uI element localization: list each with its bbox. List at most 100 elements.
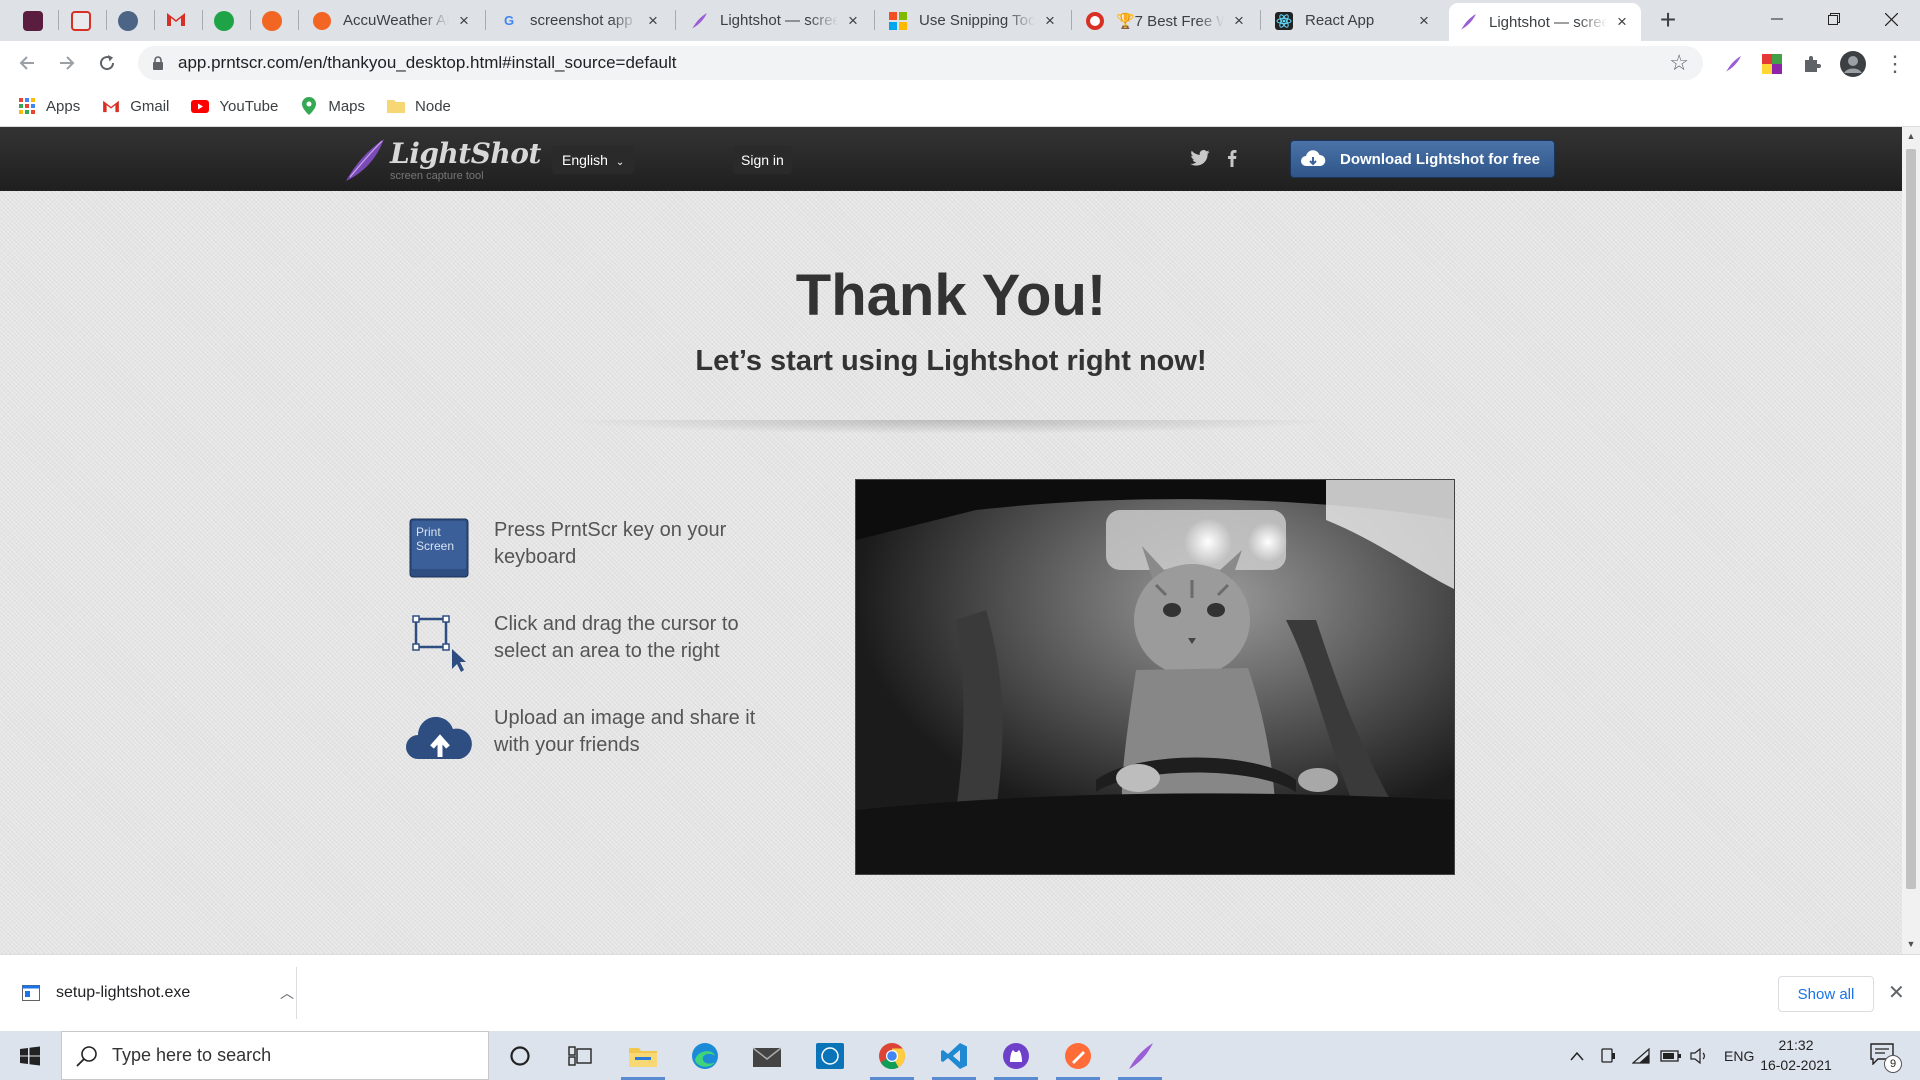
edge-browser-icon[interactable] [680, 1031, 730, 1080]
show-hidden-icons[interactable] [1570, 1031, 1584, 1080]
tab-lightshot-active[interactable]: Lightshot — screen × [1449, 3, 1641, 41]
notification-count-badge: 9 [1884, 1055, 1902, 1073]
chrome-icon[interactable] [867, 1031, 917, 1080]
pinned-tab-1[interactable] [15, 6, 51, 35]
section-divider [560, 420, 1340, 434]
mail-icon[interactable] [742, 1031, 792, 1080]
device-icon[interactable] [1600, 1031, 1616, 1080]
close-tab-icon[interactable]: × [1041, 11, 1059, 30]
pinned-tab-3[interactable] [110, 6, 146, 35]
close-window-icon[interactable] [1863, 0, 1919, 38]
close-tab-icon[interactable]: × [1613, 12, 1631, 31]
forward-icon[interactable] [51, 47, 83, 79]
accuweather-icon [262, 10, 282, 31]
language-selector[interactable]: English ⌄ [552, 146, 635, 174]
pinned-tab-5[interactable] [206, 6, 242, 35]
cortana-icon[interactable] [495, 1031, 545, 1080]
taskbar-search-box[interactable]: Type here to search [61, 1031, 489, 1080]
volume-icon[interactable] [1690, 1031, 1708, 1080]
show-all-button[interactable]: Show all [1778, 976, 1874, 1012]
system-clock[interactable]: 21:32 16-02-2021 [1756, 1035, 1836, 1075]
pinned-tab-6[interactable] [254, 6, 290, 35]
color-extension-icon[interactable] [1759, 51, 1785, 77]
profile-avatar[interactable] [1840, 51, 1866, 77]
close-tab-icon[interactable]: × [455, 11, 473, 30]
bookmark-node-folder[interactable]: Node [387, 97, 451, 115]
chrome-menu-icon[interactable]: ⋮ [1884, 51, 1906, 77]
postman-icon[interactable] [1053, 1031, 1103, 1080]
microsoft-icon [889, 11, 907, 30]
scroll-up-icon[interactable]: ▲ [1906, 131, 1916, 141]
github-desktop-icon[interactable] [991, 1031, 1041, 1080]
windows-start-icon[interactable] [6, 1031, 54, 1080]
accuweather-icon [313, 11, 331, 30]
tab-snipping-tool[interactable]: Use Snipping Tool × [879, 6, 1069, 35]
key-label-line2: Screen [416, 539, 455, 553]
reload-icon[interactable] [91, 47, 123, 79]
wifi-icon[interactable] [1632, 1031, 1650, 1080]
pinned-tab-2[interactable] [63, 6, 99, 35]
bookmark-label: Gmail [130, 97, 170, 115]
tab-separator [154, 10, 155, 30]
page-scrollbar[interactable]: ▲ ▼ [1902, 127, 1920, 954]
lightshot-logo[interactable]: LightShot screen capture tool [342, 135, 541, 183]
new-tab-button[interactable]: + [1653, 6, 1683, 36]
task-view-icon[interactable] [555, 1031, 605, 1080]
dell-app-icon[interactable] [805, 1031, 855, 1080]
facebook-icon[interactable] [1221, 147, 1243, 169]
download-lightshot-button[interactable]: Download Lightshot for free [1290, 140, 1555, 178]
url-text: app.prntscr.com/en/thankyou_desktop.html… [178, 53, 677, 72]
key-label-line1: Print [416, 525, 441, 539]
bookmark-youtube[interactable]: YouTube [191, 97, 278, 115]
back-icon[interactable] [11, 47, 43, 79]
close-tab-icon[interactable]: × [1230, 11, 1248, 30]
close-tab-icon[interactable]: × [1415, 11, 1433, 30]
scroll-down-icon[interactable]: ▼ [1906, 939, 1916, 949]
download-button-label: Download Lightshot for free [1340, 150, 1540, 168]
select-area-icon [408, 611, 472, 675]
tab-react-app[interactable]: React App × [1265, 6, 1443, 35]
bookmark-maps[interactable]: Maps [300, 97, 365, 115]
installer-file-icon [22, 985, 40, 1001]
lightshot-taskbar-icon[interactable] [1115, 1031, 1165, 1080]
close-tab-icon[interactable]: × [844, 11, 862, 30]
tab-accuweather[interactable]: AccuWeather API × [303, 6, 483, 35]
lock-icon [153, 56, 163, 70]
bookmark-label: Maps [328, 97, 366, 115]
bookmark-apps[interactable]: Apps [18, 97, 80, 115]
address-bar[interactable]: app.prntscr.com/en/thankyou_desktop.html… [138, 46, 1703, 80]
action-center-icon[interactable]: 9 [1870, 1043, 1902, 1073]
scrollbar-thumb[interactable] [1906, 149, 1916, 889]
tab-best-free[interactable]: 🏆7 Best Free Wi × [1076, 6, 1258, 35]
tab-title: screenshot app for [530, 12, 638, 29]
tab-lightshot-1[interactable]: Lightshot — screen × [680, 6, 872, 35]
tab-separator [202, 10, 203, 30]
clock-time: 21:32 [1778, 1037, 1814, 1053]
tab-google-search[interactable]: G screenshot app for × [490, 6, 672, 35]
tab-title: Use Snipping Tool [919, 12, 1035, 29]
tab-title: AccuWeather API [343, 12, 449, 29]
twitter-icon[interactable] [1189, 147, 1211, 169]
tab-separator [298, 10, 299, 30]
sign-in-button[interactable]: Sign in [733, 146, 792, 174]
input-language[interactable]: ENG [1724, 1031, 1754, 1080]
bookmarks-bar: Apps Gmail YouTube Maps Node [0, 86, 1920, 127]
gmail-icon [166, 11, 186, 31]
one-icon [214, 10, 234, 31]
pinned-tab-4[interactable] [158, 6, 194, 35]
download-item[interactable]: setup-lightshot.exe ︿ [22, 973, 294, 1013]
restore-window-icon[interactable] [1806, 0, 1862, 38]
chevron-up-icon[interactable]: ︿ [280, 983, 294, 1003]
lightshot-extension-icon[interactable] [1720, 51, 1746, 77]
file-explorer-icon[interactable] [618, 1031, 668, 1080]
tab-separator [485, 10, 486, 30]
close-tab-icon[interactable]: × [644, 11, 662, 30]
minimize-window-icon[interactable] [1749, 0, 1805, 38]
vscode-icon[interactable] [929, 1031, 979, 1080]
close-shelf-icon[interactable]: ✕ [1888, 980, 1905, 1005]
bookmark-star-icon[interactable]: ☆ [1669, 50, 1689, 76]
bookmark-gmail[interactable]: Gmail [102, 97, 169, 115]
site-header: LightShot screen capture tool English ⌄ … [0, 127, 1902, 191]
battery-icon[interactable] [1660, 1031, 1682, 1080]
extensions-puzzle-icon[interactable] [1799, 51, 1825, 77]
